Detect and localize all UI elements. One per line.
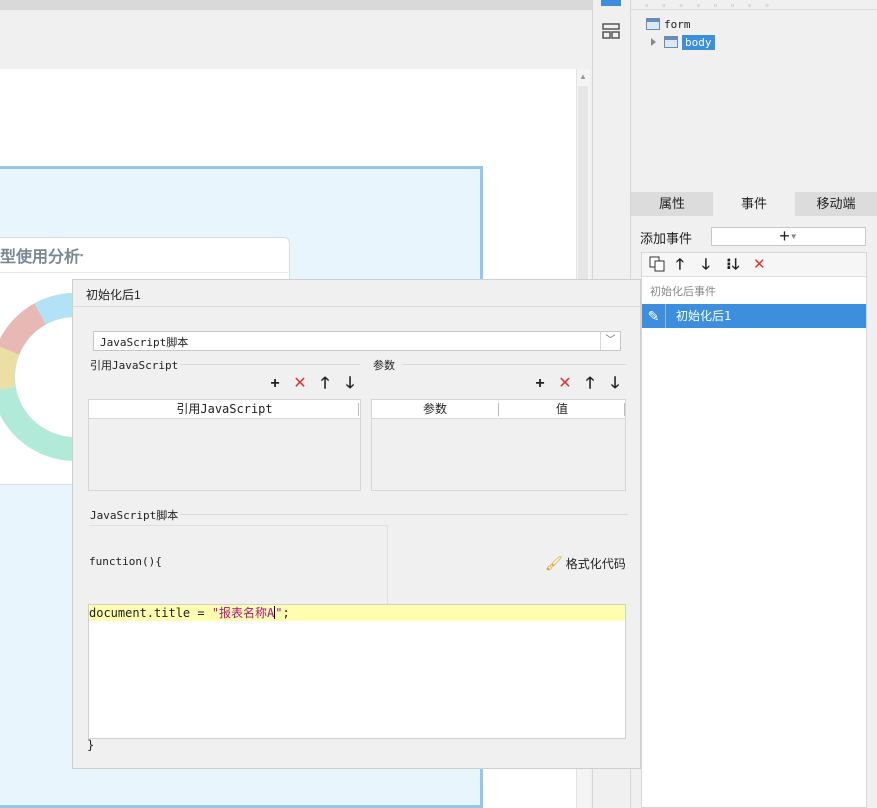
event-type-select[interactable]: JavaScript脚本 ﹀ xyxy=(93,331,621,351)
copy-icon[interactable] xyxy=(649,253,665,277)
param-name-column-header: 参数 xyxy=(372,400,498,419)
tab-mobile[interactable]: 移动端 xyxy=(795,192,877,216)
dialog-title-divider xyxy=(73,306,641,307)
event-type-value: JavaScript脚本 xyxy=(100,336,189,349)
chevron-down-icon[interactable]: ﹀ xyxy=(600,332,620,350)
dropdown-icon: ▼ xyxy=(789,232,798,241)
ref-js-table[interactable]: 引用JavaScript xyxy=(88,399,361,491)
code-function-close: } xyxy=(87,738,95,752)
event-item-label: 初始化后1 xyxy=(676,309,732,323)
add-event-label: 添加事件 xyxy=(640,231,693,246)
event-group-label: 初始化后事件 xyxy=(650,286,716,298)
canvas-top-strip xyxy=(0,0,592,10)
delete-icon[interactable]: ✕ xyxy=(292,376,308,392)
code-function-header: function(){ xyxy=(89,555,162,568)
tree-toolbar-divider xyxy=(631,9,877,10)
active-tool-button[interactable] xyxy=(601,0,621,6)
code-line-current[interactable]: document.title = "报表名称A"; xyxy=(89,605,625,621)
donut-segment-yellow xyxy=(0,346,20,390)
donut-segment-lightblue xyxy=(34,293,73,325)
tree-node-body[interactable]: body xyxy=(651,35,715,51)
delete-icon[interactable]: ✕ xyxy=(557,376,573,392)
scroll-up-icon[interactable]: ▲ xyxy=(578,72,588,82)
layout-icon[interactable] xyxy=(601,21,621,41)
ref-js-section-label: 引用JavaScript xyxy=(90,359,179,372)
edit-icon[interactable]: ✎ xyxy=(642,304,666,328)
chart-title: 型使用分析▪ xyxy=(0,249,84,266)
ref-js-section-line xyxy=(180,364,360,365)
delete-icon[interactable]: ✕ xyxy=(753,253,766,277)
params-table[interactable]: 参数 值 xyxy=(371,399,626,491)
dialog-title: 初始化后1 xyxy=(86,288,141,302)
donut-chart xyxy=(0,293,80,461)
event-toolbar: 🡑 🡓 ⁝🡓 ✕ xyxy=(642,253,866,277)
panel-tabs: 属性 事件 移动端 xyxy=(631,192,877,216)
move-bottom-icon[interactable]: ⁝🡓 xyxy=(726,253,740,277)
move-down-icon[interactable]: 🡓 xyxy=(702,253,710,277)
ref-js-column-header: 引用JavaScript xyxy=(89,400,360,419)
params-section-line xyxy=(402,364,626,365)
event-list xyxy=(641,252,867,808)
event-item-selected[interactable]: ✎ 初始化后1 xyxy=(642,304,866,328)
add-icon[interactable]: + xyxy=(532,376,548,392)
params-section-label: 参数 xyxy=(373,359,395,372)
add-icon[interactable]: + xyxy=(267,376,283,392)
tree-toolbar: ▫▫▫▫▫▫▫▫ xyxy=(645,0,783,9)
move-up-icon[interactable]: 🡑 xyxy=(582,376,598,392)
move-down-icon[interactable]: 🡓 xyxy=(607,376,623,392)
tab-events[interactable]: 事件 xyxy=(713,192,795,216)
body-icon xyxy=(664,36,678,48)
add-icon: + xyxy=(779,226,790,246)
brush-icon: 🖌 xyxy=(545,555,563,571)
chart-title-divider xyxy=(0,272,288,273)
column-separator xyxy=(358,403,359,416)
format-code-button[interactable]: 🖌 格式化代码 xyxy=(545,555,626,572)
add-event-button[interactable]: +▼ xyxy=(711,227,866,246)
param-value-column-header: 值 xyxy=(499,400,625,419)
move-up-icon[interactable]: 🡑 xyxy=(676,253,684,277)
move-up-icon[interactable]: 🡑 xyxy=(317,376,333,392)
script-section-line xyxy=(180,514,628,515)
tree-node-form[interactable]: form xyxy=(646,17,691,33)
column-separator xyxy=(624,403,625,416)
script-section-label: JavaScript脚本 xyxy=(90,509,179,522)
code-editor[interactable] xyxy=(88,604,626,739)
tab-properties[interactable]: 属性 xyxy=(631,192,713,216)
move-down-icon[interactable]: 🡓 xyxy=(342,376,358,392)
expand-arrow-icon[interactable] xyxy=(651,38,656,46)
form-icon xyxy=(646,18,660,30)
